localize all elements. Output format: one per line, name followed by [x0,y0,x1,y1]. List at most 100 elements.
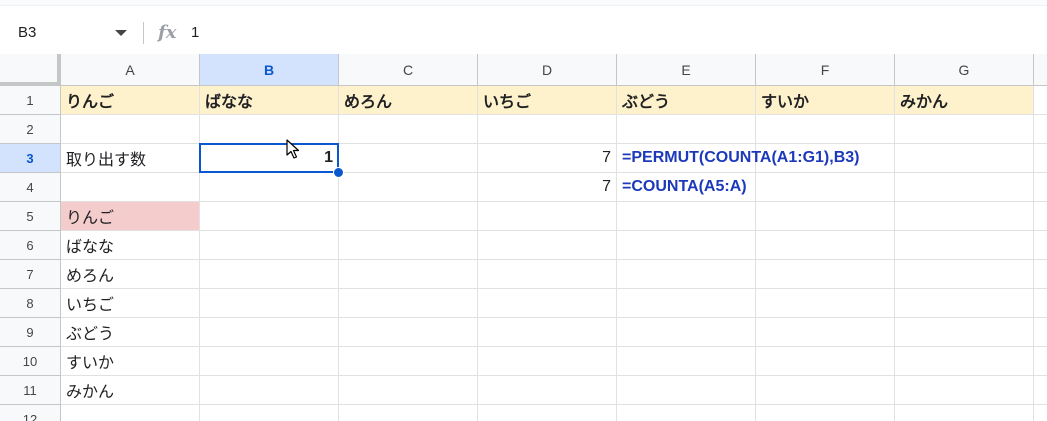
cell-c1[interactable]: めろん [339,86,478,115]
row-header-11[interactable]: 11 [0,376,61,405]
cell-f9[interactable] [756,318,895,347]
row-header-4[interactable]: 4 [0,173,61,202]
cell-d10[interactable] [478,347,617,376]
row-header-6[interactable]: 6 [0,231,61,260]
cell-d3[interactable]: 7 [478,144,617,173]
cell-d1[interactable]: いちご [478,86,617,115]
cell-c10[interactable] [339,347,478,376]
name-box-dropdown-icon[interactable] [115,30,127,36]
cell-g12[interactable] [895,405,1034,421]
cell-c5[interactable] [339,202,478,231]
cell-g9[interactable] [895,318,1034,347]
row-header-9[interactable]: 9 [0,318,61,347]
cell-b8[interactable] [200,289,339,318]
cell-a8[interactable]: いちご [61,289,200,318]
cell-a9[interactable]: ぶどう [61,318,200,347]
formula-input[interactable]: 1 [191,24,199,41]
cell-b3[interactable]: 1 [200,144,339,173]
cell-g11[interactable] [895,376,1034,405]
column-header-f[interactable]: F [756,54,895,86]
cell-e7[interactable] [617,260,756,289]
column-header-d[interactable]: D [478,54,617,86]
select-all-corner[interactable] [0,54,61,86]
cell-f6[interactable] [756,231,895,260]
cell-b11[interactable] [200,376,339,405]
cell-e11[interactable] [617,376,756,405]
cell-e5[interactable] [617,202,756,231]
cell-d6[interactable] [478,231,617,260]
cell-b6[interactable] [200,231,339,260]
cell-a4[interactable] [61,173,200,202]
cell-f4[interactable] [756,173,895,202]
cell-d2[interactable] [478,115,617,144]
row-header-1[interactable]: 1 [0,86,61,115]
cell-a5[interactable]: りんご [61,202,200,231]
cell-f1[interactable]: すいか [756,86,895,115]
cell-b10[interactable] [200,347,339,376]
cell-c6[interactable] [339,231,478,260]
cell-c12[interactable] [339,405,478,421]
column-header-b[interactable]: B [200,54,339,86]
cell-e3[interactable]: =PERMUT(COUNTA(A1:G1),B3) [617,144,859,173]
cell-a7[interactable]: めろん [61,260,200,289]
cell-g6[interactable] [895,231,1034,260]
cell-f12[interactable] [756,405,895,421]
cell-g7[interactable] [895,260,1034,289]
cell-f8[interactable] [756,289,895,318]
cell-g5[interactable] [895,202,1034,231]
cell-c2[interactable] [339,115,478,144]
cell-a3[interactable]: 取り出す数 [61,144,200,173]
cell-a12[interactable] [61,405,200,421]
column-header-e[interactable]: E [617,54,756,86]
fill-handle[interactable] [333,167,344,178]
cell-e9[interactable] [617,318,756,347]
cell-c4[interactable] [339,173,478,202]
cell-g2[interactable] [895,115,1034,144]
cell-a2[interactable] [61,115,200,144]
cell-c9[interactable] [339,318,478,347]
column-header-a[interactable]: A [61,54,200,86]
cell-g4[interactable] [895,173,1034,202]
cell-f10[interactable] [756,347,895,376]
cell-c8[interactable] [339,289,478,318]
cell-e1[interactable]: ぶどう [617,86,756,115]
cell-g10[interactable] [895,347,1034,376]
cell-b7[interactable] [200,260,339,289]
cell-a6[interactable]: ばなな [61,231,200,260]
row-header-7[interactable]: 7 [0,260,61,289]
cell-f7[interactable] [756,260,895,289]
row-header-2[interactable]: 2 [0,115,61,144]
cell-b12[interactable] [200,405,339,421]
cell-f5[interactable] [756,202,895,231]
cell-d9[interactable] [478,318,617,347]
cell-b5[interactable] [200,202,339,231]
cell-e4[interactable]: =COUNTA(A5:A) [617,173,756,202]
cell-e2[interactable] [617,115,756,144]
cell-f11[interactable] [756,376,895,405]
cell-d7[interactable] [478,260,617,289]
cell-d4[interactable]: 7 [478,173,617,202]
cell-b9[interactable] [200,318,339,347]
cell-e6[interactable] [617,231,756,260]
row-header-12[interactable]: 12 [0,405,61,421]
column-header-c[interactable]: C [339,54,478,86]
cell-c7[interactable] [339,260,478,289]
cell-a1[interactable]: りんご [61,86,200,115]
cell-e8[interactable] [617,289,756,318]
cell-f2[interactable] [756,115,895,144]
cell-f3[interactable] [756,144,895,173]
cell-d8[interactable] [478,289,617,318]
cell-d11[interactable] [478,376,617,405]
row-header-3[interactable]: 3 [0,144,61,173]
cell-d12[interactable] [478,405,617,421]
row-header-8[interactable]: 8 [0,289,61,318]
cell-c3[interactable] [339,144,478,173]
column-header-g[interactable]: G [895,54,1034,86]
row-header-10[interactable]: 10 [0,347,61,376]
cell-a10[interactable]: すいか [61,347,200,376]
cell-b4[interactable] [200,173,339,202]
cell-d5[interactable] [478,202,617,231]
row-header-5[interactable]: 5 [0,202,61,231]
cell-b2[interactable] [200,115,339,144]
name-box[interactable]: B3 [0,14,140,52]
